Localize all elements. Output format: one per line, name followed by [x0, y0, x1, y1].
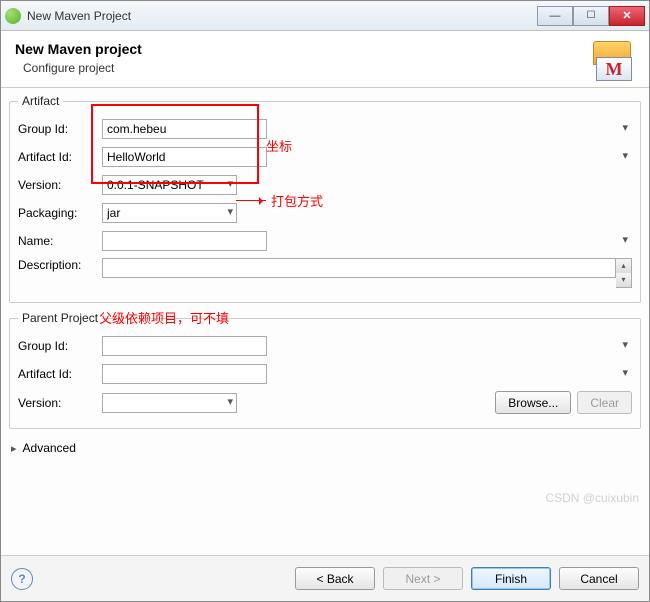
page-subtitle: Configure project	[23, 61, 635, 75]
annotation-arrow	[236, 200, 266, 201]
version-input[interactable]	[102, 175, 237, 195]
artifact-legend: Artifact	[18, 94, 63, 108]
parent-artifact-id-label: Artifact Id:	[18, 367, 102, 381]
footer: ? < Back Next > Finish Cancel	[1, 555, 649, 601]
artifact-id-input[interactable]	[102, 147, 267, 167]
artifact-id-label: Artifact Id:	[18, 150, 102, 164]
maven-icon: M	[593, 39, 635, 81]
parent-version-label: Version:	[18, 396, 102, 410]
parent-version-input[interactable]	[102, 393, 237, 413]
advanced-label: Advanced	[23, 441, 76, 455]
parent-group-id-label: Group Id:	[18, 339, 102, 353]
group-id-input[interactable]	[102, 119, 267, 139]
browse-button[interactable]: Browse...	[495, 391, 571, 414]
next-button[interactable]: Next >	[383, 567, 463, 590]
artifact-fieldset: Artifact Group Id: Artifact Id: Version:	[9, 94, 641, 303]
help-button[interactable]: ?	[11, 568, 33, 590]
parent-legend: Parent Project	[18, 311, 102, 325]
minimize-button[interactable]	[537, 6, 573, 26]
advanced-toggle[interactable]: Advanced	[9, 437, 641, 459]
wizard-header: New Maven project Configure project M	[1, 31, 649, 88]
finish-button[interactable]: Finish	[471, 567, 551, 590]
close-button[interactable]	[609, 6, 645, 26]
group-id-label: Group Id:	[18, 122, 102, 136]
parent-artifact-id-input[interactable]	[102, 364, 267, 384]
name-input[interactable]	[102, 231, 267, 251]
description-input[interactable]	[102, 258, 616, 278]
description-label: Description:	[18, 258, 102, 272]
maximize-button[interactable]	[573, 6, 609, 26]
titlebar[interactable]: New Maven Project	[1, 1, 649, 31]
window-controls	[537, 6, 645, 26]
packaging-input[interactable]	[102, 203, 237, 223]
dialog-window: New Maven Project New Maven project Conf…	[0, 0, 650, 602]
version-label: Version:	[18, 178, 102, 192]
clear-button[interactable]: Clear	[577, 391, 632, 414]
description-scrollbar[interactable]: ▴▾	[616, 258, 632, 288]
watermark: CSDN @cuixubin	[545, 491, 639, 505]
back-button[interactable]: < Back	[295, 567, 375, 590]
page-title: New Maven project	[15, 41, 635, 57]
packaging-label: Packaging:	[18, 206, 102, 220]
name-label: Name:	[18, 234, 102, 248]
app-icon	[5, 8, 21, 24]
content-area: Artifact Group Id: Artifact Id: Version:	[1, 88, 649, 555]
cancel-button[interactable]: Cancel	[559, 567, 639, 590]
parent-group-id-input[interactable]	[102, 336, 267, 356]
window-title: New Maven Project	[27, 9, 537, 23]
parent-fieldset: Parent Project Group Id: Artifact Id: Ve…	[9, 311, 641, 429]
